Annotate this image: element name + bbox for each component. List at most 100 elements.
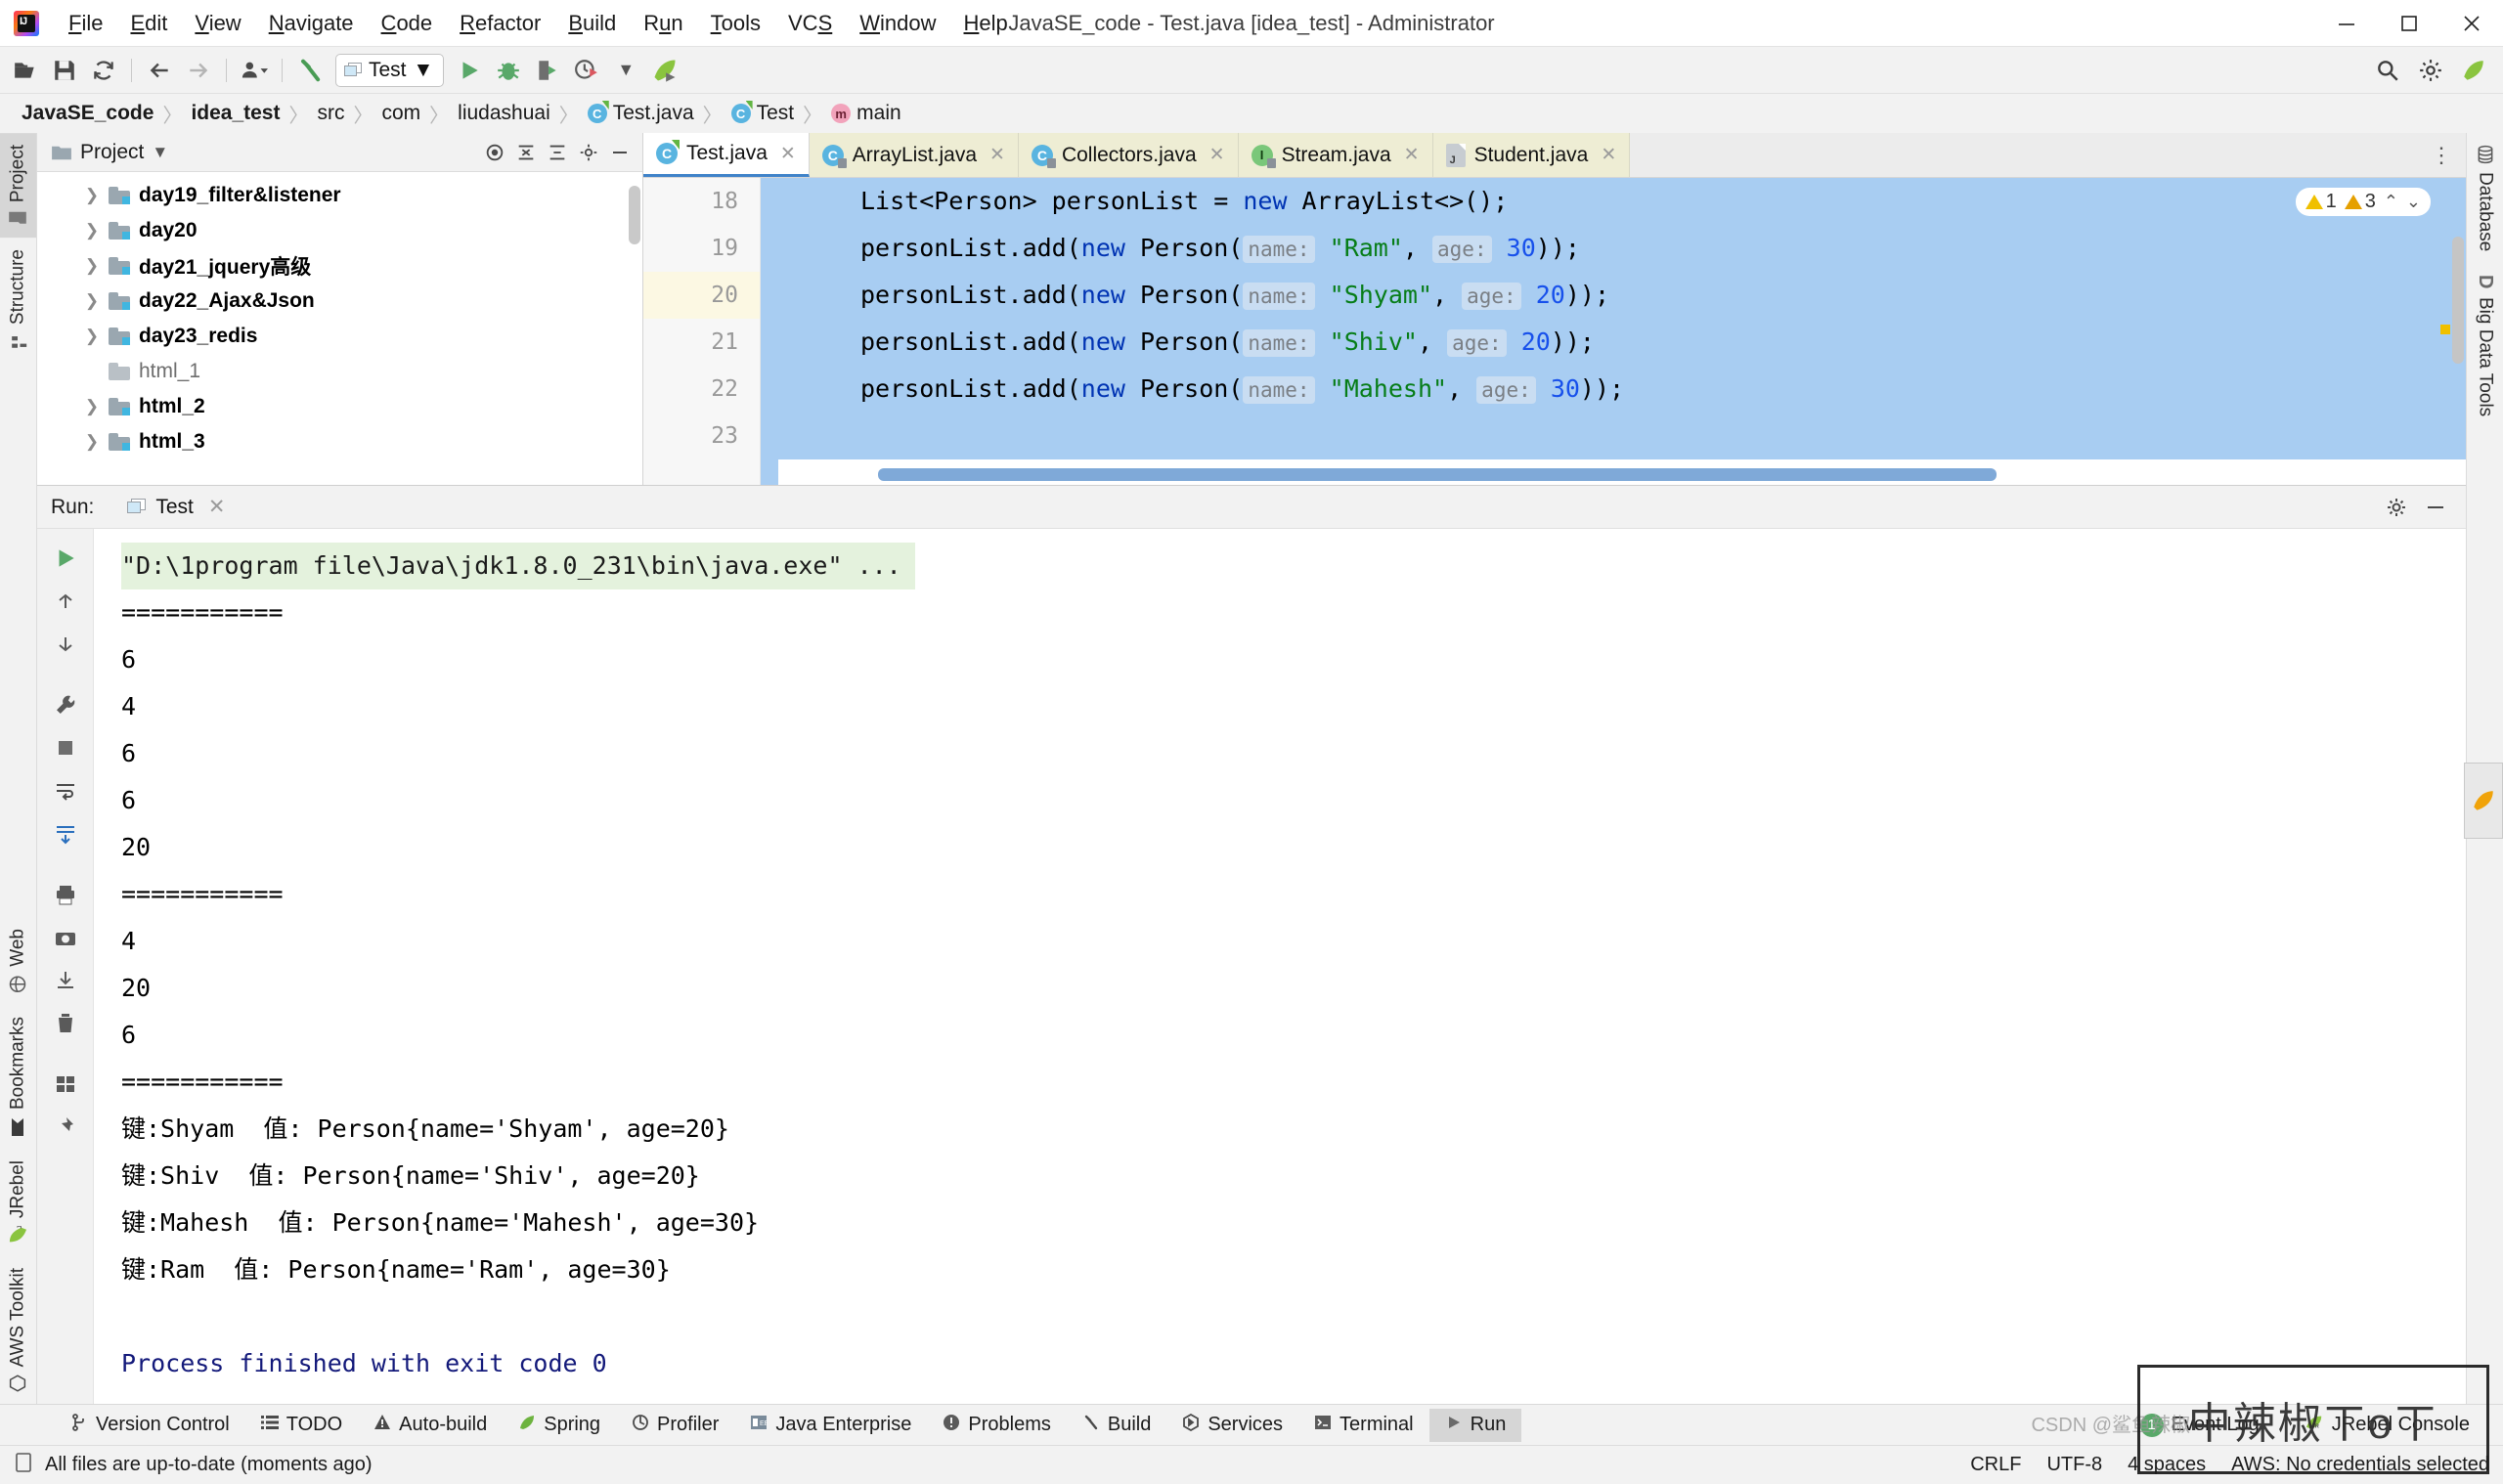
chevron-down-icon[interactable]: ▼ bbox=[152, 143, 168, 162]
code-line[interactable]: List<Person> personList = new ArrayList<… bbox=[778, 178, 2466, 225]
editor-tab-arraylist-java[interactable]: C ArrayList.java ✕ bbox=[809, 133, 1019, 177]
code-line[interactable]: personList.add(new Person(name: "Shyam",… bbox=[778, 272, 2466, 319]
project-tool-window[interactable]: Project ▼ ❯ day19_filter&listener ❯ day2… bbox=[37, 133, 643, 485]
code-line[interactable] bbox=[778, 413, 2466, 459]
window-controls[interactable] bbox=[2315, 0, 2503, 46]
rail-button-project[interactable]: Project bbox=[0, 133, 36, 239]
close-icon[interactable]: ✕ bbox=[208, 495, 226, 519]
toolbar-right-group[interactable] bbox=[2368, 53, 2493, 88]
run-panel-gutter[interactable] bbox=[37, 529, 94, 1484]
menu-bar[interactable]: File Edit View Navigate Code Refactor Build Run… bbox=[55, 0, 1022, 46]
code-content[interactable]: List<Person> personList = new ArrayList<… bbox=[778, 178, 2466, 485]
menu-navigate[interactable]: Navigate bbox=[255, 7, 368, 40]
stop-icon[interactable] bbox=[45, 728, 86, 767]
clear-all-icon[interactable] bbox=[45, 1004, 86, 1043]
close-icon[interactable]: ✕ bbox=[1601, 144, 1616, 166]
editor-tab-stream-java[interactable]: I Stream.java ✕ bbox=[1238, 133, 1433, 177]
code-line[interactable]: personList.add(new Person(name: "Mahesh"… bbox=[778, 366, 2466, 413]
breadcrumb-item-idea-test[interactable]: idea_test bbox=[185, 100, 285, 127]
warning-count[interactable]: 1 bbox=[2305, 191, 2337, 213]
print-icon[interactable] bbox=[45, 875, 86, 914]
rail-button-web[interactable]: Web bbox=[0, 917, 36, 1006]
menu-build[interactable]: Build bbox=[554, 7, 630, 40]
chevron-right-icon[interactable]: ❯ bbox=[84, 221, 100, 240]
menu-vcs[interactable]: VCS bbox=[774, 7, 846, 40]
rail-button-aws-toolkit[interactable]: AWS Toolkit bbox=[0, 1256, 36, 1404]
run-tab-test[interactable]: Test ✕ bbox=[119, 492, 233, 522]
editor-tab-test-java[interactable]: C Test.java ✕ bbox=[643, 133, 810, 177]
chevron-right-icon[interactable]: ❯ bbox=[84, 327, 100, 346]
breadcrumb[interactable]: JavaSE_code 〉 idea_test 〉 src 〉 com 〉 liudashuai… bbox=[0, 94, 2503, 133]
grid-icon[interactable] bbox=[45, 1065, 86, 1104]
breadcrumb-item-javase-code[interactable]: JavaSE_code bbox=[16, 100, 159, 127]
code-editor[interactable]: 18 19 20 21 22 23 List<Person> personList = n… bbox=[643, 178, 2466, 485]
rail-button-jrebel[interactable]: JR JRebel bbox=[0, 1149, 36, 1255]
debug-button[interactable] bbox=[491, 53, 526, 88]
vcs-update-icon[interactable] bbox=[237, 53, 272, 88]
editor-error-stripe-mark[interactable] bbox=[2440, 325, 2450, 334]
hide-panel-icon[interactable] bbox=[2421, 494, 2450, 521]
tree-node[interactable]: ❯ html_2 bbox=[37, 389, 642, 424]
run-button[interactable] bbox=[452, 53, 487, 88]
chevron-right-icon[interactable]: ❯ bbox=[84, 432, 100, 452]
maximize-button[interactable] bbox=[2378, 0, 2440, 46]
inspection-widget[interactable]: 1 3 ⌃ ⌄ bbox=[2295, 188, 2431, 216]
chevron-down-icon[interactable]: ▼ bbox=[414, 59, 434, 82]
minimize-button[interactable] bbox=[2315, 0, 2378, 46]
sync-icon[interactable] bbox=[86, 53, 121, 88]
rerun-icon[interactable] bbox=[45, 539, 86, 578]
breadcrumb-item-test[interactable]: C Test bbox=[725, 100, 801, 127]
tree-node[interactable]: ❯ day23_redis bbox=[37, 319, 642, 354]
editor-tab-collectors-java[interactable]: C Collectors.java ✕ bbox=[1018, 133, 1239, 177]
export-icon[interactable] bbox=[45, 961, 86, 1000]
rail-button-structure[interactable]: Structure bbox=[0, 238, 36, 362]
code-line[interactable]: personList.add(new Person(name: "Ram", a… bbox=[778, 225, 2466, 272]
up-arrow-icon[interactable] bbox=[45, 582, 86, 621]
menu-refactor[interactable]: Refactor bbox=[446, 7, 554, 40]
tree-node[interactable]: ❯ html_3 bbox=[37, 424, 642, 459]
code-line[interactable]: personList.add(new Person(name: "Shiv", … bbox=[778, 319, 2466, 366]
scroll-to-end-icon[interactable] bbox=[45, 814, 86, 853]
editor-horizontal-scrollbar[interactable] bbox=[878, 468, 1997, 481]
tree-node[interactable]: ❯html_1 bbox=[37, 354, 642, 389]
close-icon[interactable]: ✕ bbox=[989, 144, 1005, 166]
close-icon[interactable]: ✕ bbox=[780, 143, 796, 165]
run-panel-header-tools[interactable] bbox=[2382, 494, 2466, 521]
soft-wrap-icon[interactable] bbox=[45, 771, 86, 810]
profile-dropdown-icon[interactable]: ▼ bbox=[608, 53, 643, 88]
menu-run[interactable]: Run bbox=[630, 7, 696, 40]
settings-wrench-icon[interactable] bbox=[45, 685, 86, 724]
save-all-icon[interactable] bbox=[47, 53, 82, 88]
editor-tab-student-java[interactable]: Student.java ✕ bbox=[1432, 133, 1631, 177]
tree-node[interactable]: ❯ day21_jquery高级 bbox=[37, 248, 642, 284]
close-icon[interactable]: ✕ bbox=[1404, 144, 1420, 166]
close-icon[interactable]: ✕ bbox=[1209, 144, 1225, 166]
jrebel-float-tab[interactable] bbox=[2464, 763, 2503, 839]
more-vertical-icon[interactable]: ⋮ bbox=[2417, 133, 2466, 177]
rail-button-big-data-tools[interactable]: D Big Data Tools bbox=[2467, 263, 2503, 428]
chevron-right-icon[interactable]: ❯ bbox=[84, 291, 100, 311]
run-configuration-selector[interactable]: Test ▼ bbox=[335, 53, 445, 87]
left-tool-rail[interactable]: Project Structure Web Bookmarks JR JRebel AWS… bbox=[0, 133, 37, 1404]
project-tree-scrollbar[interactable] bbox=[629, 186, 640, 244]
forward-arrow-icon[interactable] bbox=[181, 53, 216, 88]
breadcrumb-item-src[interactable]: src bbox=[311, 100, 350, 127]
breadcrumb-item-main[interactable]: m main bbox=[825, 100, 907, 127]
menu-file[interactable]: File bbox=[55, 7, 116, 40]
tree-node[interactable]: ❯ day19_filter&listener bbox=[37, 178, 642, 213]
chevron-right-icon[interactable]: ❯ bbox=[84, 186, 100, 205]
open-folder-icon[interactable] bbox=[8, 53, 43, 88]
chevron-down-icon[interactable]: ⌄ bbox=[2406, 192, 2421, 212]
tree-node[interactable]: ❯ day20 bbox=[37, 213, 642, 248]
gear-icon[interactable] bbox=[2382, 494, 2411, 521]
jrebel-run-icon[interactable] bbox=[647, 53, 682, 88]
project-panel-tools[interactable] bbox=[480, 139, 635, 166]
breadcrumb-item-test-java[interactable]: C Test.java bbox=[582, 100, 700, 127]
collapse-all-icon[interactable] bbox=[511, 139, 541, 166]
menu-view[interactable]: View bbox=[181, 7, 254, 40]
editor-vertical-scrollbar[interactable] bbox=[2452, 237, 2464, 364]
hide-panel-icon[interactable] bbox=[605, 139, 635, 166]
back-arrow-icon[interactable] bbox=[142, 53, 177, 88]
rail-button-database[interactable]: Database bbox=[2467, 133, 2503, 263]
menu-tools[interactable]: Tools bbox=[697, 7, 774, 40]
